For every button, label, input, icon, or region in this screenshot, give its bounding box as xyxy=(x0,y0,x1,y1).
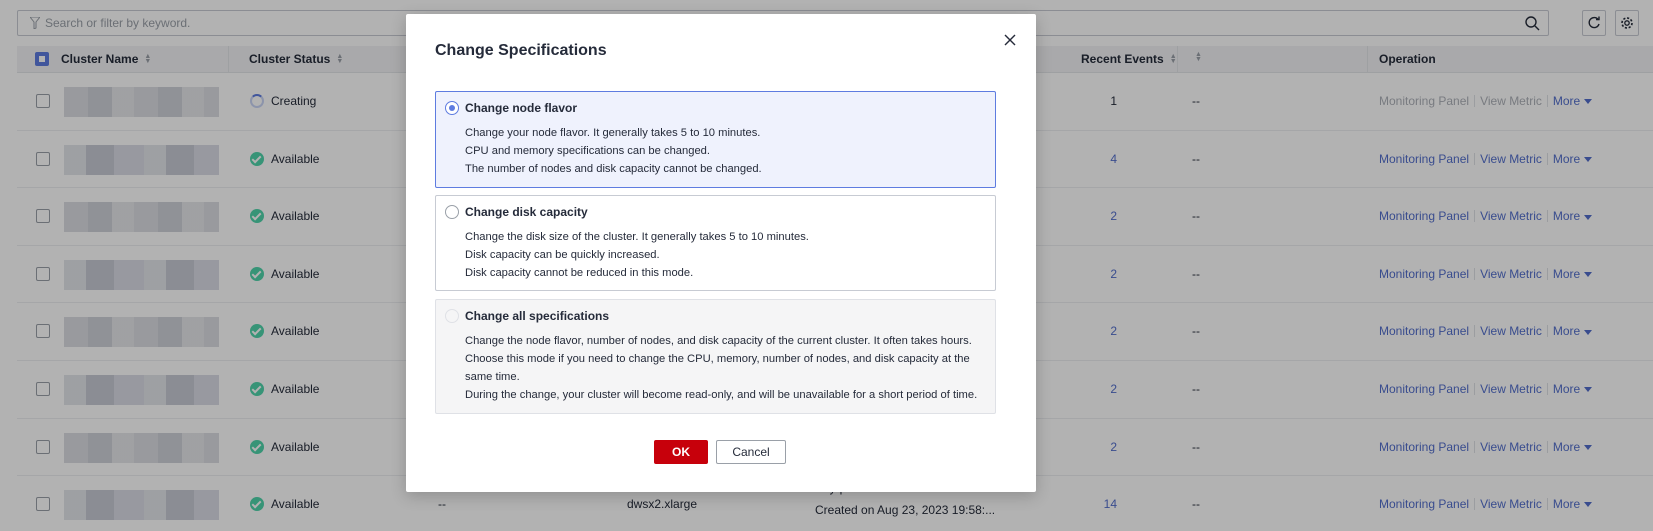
change-specifications-dialog: Change Specifications Change node flavor… xyxy=(406,14,1036,492)
close-button[interactable] xyxy=(1000,30,1020,50)
radio-change-node-flavor[interactable] xyxy=(445,101,459,115)
ok-button[interactable]: OK xyxy=(654,440,708,464)
option-description: Change the node flavor, number of nodes,… xyxy=(465,335,978,401)
radio-change-all-specifications xyxy=(445,309,459,323)
option-description: Change the disk size of the cluster. It … xyxy=(465,231,809,279)
cancel-button[interactable]: Cancel xyxy=(716,440,786,464)
option-change-disk-capacity[interactable]: Change disk capacity Change the disk siz… xyxy=(435,195,996,291)
option-change-node-flavor[interactable]: Change node flavor Change your node flav… xyxy=(435,91,996,188)
close-icon xyxy=(1004,34,1016,46)
radio-change-disk-capacity[interactable] xyxy=(445,205,459,219)
option-title: Change disk capacity xyxy=(465,205,588,219)
option-change-all-specifications: Change all specifications Change the nod… xyxy=(435,299,996,414)
dialog-title: Change Specifications xyxy=(435,42,607,59)
option-description: Change your node flavor. It generally ta… xyxy=(465,127,762,175)
option-title: Change node flavor xyxy=(465,101,578,115)
option-title: Change all specifications xyxy=(465,309,610,323)
